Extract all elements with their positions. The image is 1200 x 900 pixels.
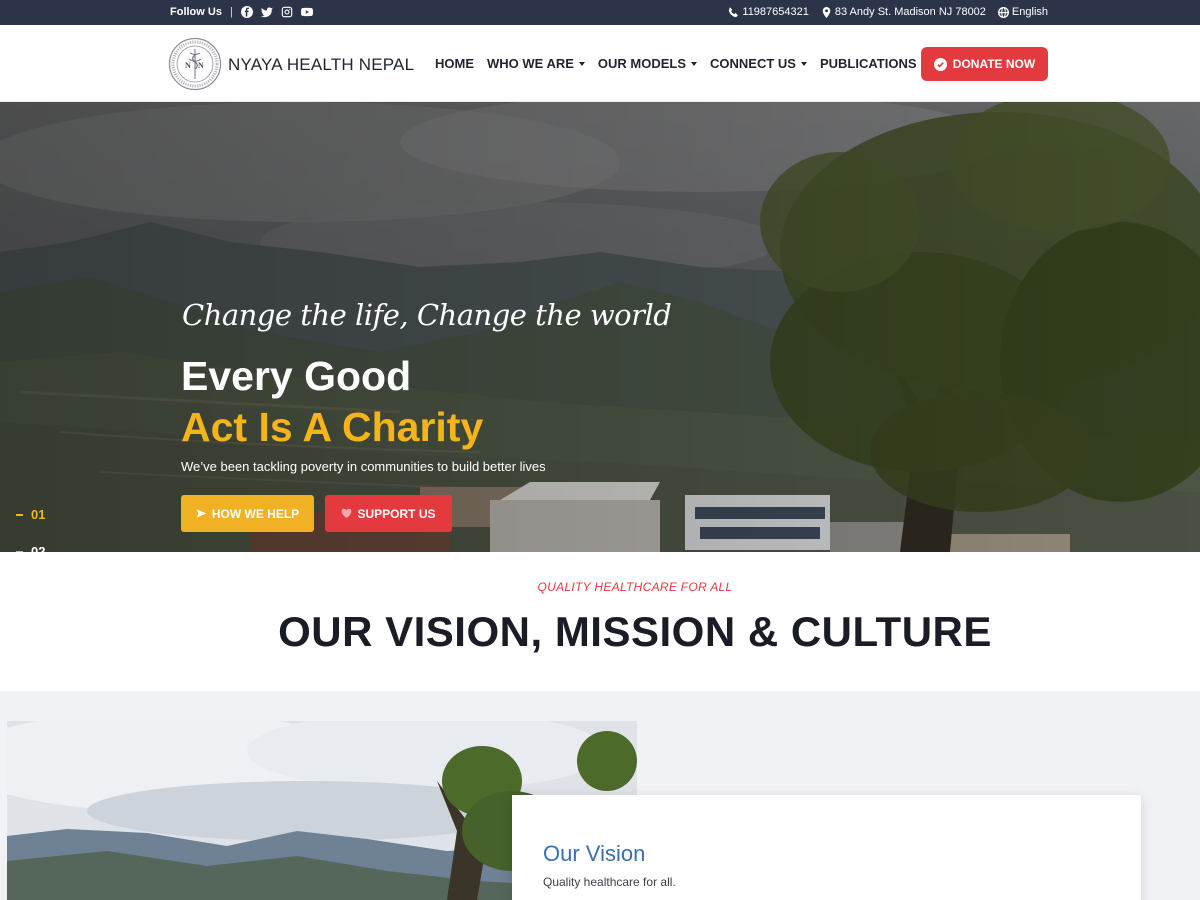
phone-item[interactable]: 11987654321 <box>728 6 809 18</box>
support-us-label: SUPPORT US <box>357 506 436 521</box>
brand-name[interactable]: NYAYA HEALTH NEPAL <box>228 55 414 75</box>
nav-label: WHO WE ARE <box>487 56 574 71</box>
nav-label: HOME <box>435 56 474 71</box>
top-bar: Follow Us | 11987654321 83 Andy St. Madi… <box>0 0 1200 25</box>
slide-number: 01 <box>31 507 46 522</box>
vision-card: Our Vision Quality healthcare for all. <box>512 795 1141 900</box>
phone-number: 11987654321 <box>742 6 809 18</box>
address-item: 83 Andy St. Madison NJ 78002 <box>821 6 986 18</box>
nav-label: OUR MODELS <box>597 56 687 71</box>
nav-item-publications[interactable]: PUBLICATIONS <box>820 56 928 71</box>
slide-number: 02 <box>31 544 46 552</box>
caret-down-icon <box>800 61 807 66</box>
nav-item-who-we-are[interactable]: WHO WE ARE <box>487 56 585 71</box>
contact-info: 11987654321 83 Andy St. Madison NJ 78002… <box>728 6 1048 18</box>
svg-text:N: N <box>198 61 204 70</box>
caret-down-icon <box>578 61 585 66</box>
vision-card-description: Quality healthcare for all. <box>543 875 676 889</box>
follow-us-label: Follow Us <box>170 6 222 18</box>
nav-item-connect-us[interactable]: CONNECT US <box>710 56 807 71</box>
site-header: N N NYAYA HEALTH NEPAL HOME WHO WE ARE O… <box>0 25 1200 102</box>
send-arrow-icon <box>196 509 207 518</box>
social-links: Follow Us | <box>170 6 313 18</box>
twitter-icon[interactable] <box>260 6 273 18</box>
caret-down-icon <box>691 61 698 66</box>
nav-item-our-models[interactable]: OUR MODELS <box>597 56 698 71</box>
address-text: 83 Andy St. Madison NJ 78002 <box>834 6 986 18</box>
how-we-help-button[interactable]: HOW WE HELP <box>181 495 314 532</box>
vision-card-title: Our Vision <box>543 841 646 866</box>
nav-item-home[interactable]: HOME <box>435 56 474 71</box>
section-title: OUR VISION, MISSION & CULTURE <box>278 608 992 655</box>
how-we-help-label: HOW WE HELP <box>211 506 300 521</box>
dash-marker <box>16 550 23 552</box>
heart-icon <box>342 508 352 518</box>
separator: | <box>229 6 233 18</box>
vision-section: Our Vision Quality healthcare for all. <box>0 691 1200 900</box>
facebook-icon[interactable] <box>240 6 253 18</box>
hero-subtitle: We’ve been tackling poverty in communiti… <box>181 459 546 474</box>
language-label: English <box>1011 6 1048 18</box>
globe-icon <box>997 6 1009 18</box>
youtube-icon[interactable] <box>300 6 313 18</box>
check-circle-icon <box>933 57 947 71</box>
nav-label: CONNECT US <box>710 56 796 71</box>
main-nav: HOME WHO WE ARE OUR MODELS CONNECT US PU… <box>435 56 928 71</box>
nyaya-health-logo[interactable]: N N <box>168 37 222 91</box>
hero-title-line2: Act Is A Charity <box>181 404 484 450</box>
slide-indicator[interactable]: 01 <box>16 507 45 522</box>
donate-label: DONATE NOW <box>952 57 1036 71</box>
slide-indicator[interactable]: 02 <box>16 544 45 552</box>
donate-now-button[interactable]: DONATE NOW <box>921 47 1048 81</box>
hero-script-tagline: Change the life, Change the world <box>182 298 672 332</box>
support-us-button[interactable]: SUPPORT US <box>325 495 452 532</box>
phone-icon <box>729 7 739 17</box>
section-tagline: QUALITY HEALTHCARE FOR ALL <box>537 580 733 594</box>
nav-label: PUBLICATIONS <box>819 56 917 71</box>
svg-text:N: N <box>185 61 191 70</box>
slide-indicators: 01 02 03 <box>16 507 45 552</box>
language-selector[interactable]: English <box>997 6 1048 18</box>
map-pin-icon <box>822 6 831 18</box>
instagram-icon[interactable] <box>281 6 293 18</box>
dash-marker <box>16 513 23 516</box>
hero-title-line1: Every Good <box>181 353 412 399</box>
